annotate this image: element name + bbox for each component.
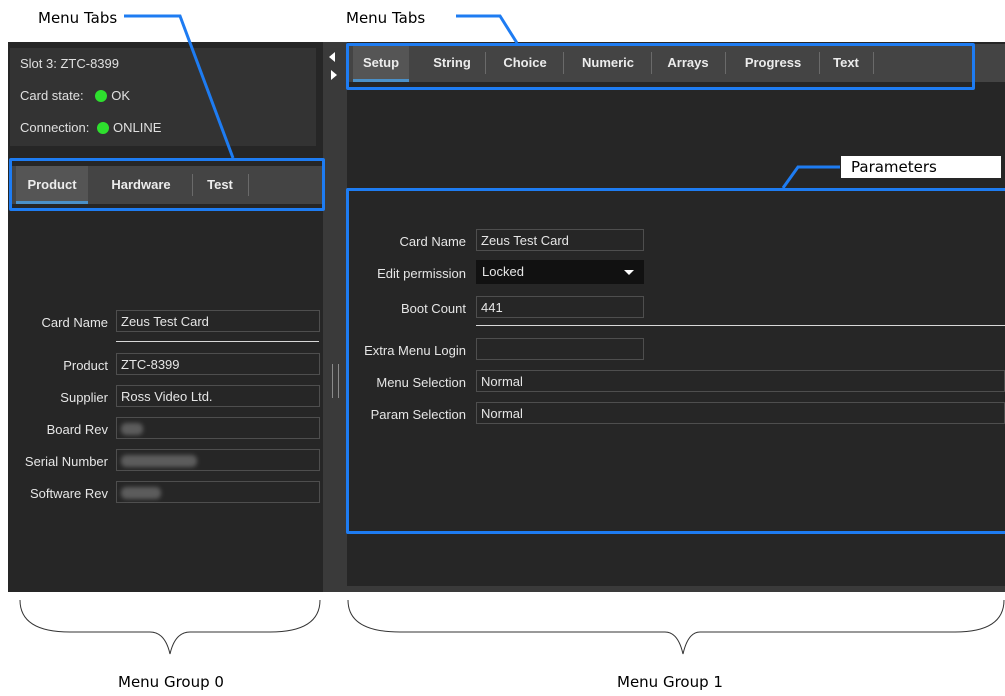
connection-label: Connection: — [20, 120, 90, 135]
splitter-grip[interactable] — [332, 364, 339, 398]
status-ok-indicator-icon — [95, 90, 108, 102]
supplier-field: Ross Video Ltd. — [116, 385, 320, 407]
software-rev-field — [116, 481, 320, 503]
expand-right-arrow-icon[interactable] — [331, 70, 337, 80]
board-rev-label: Board Rev — [46, 422, 108, 437]
board-rev-field — [116, 417, 320, 439]
card-state-value: OK — [111, 88, 131, 103]
redacted-value — [121, 423, 143, 435]
card-name-field[interactable]: Zeus Test Card — [116, 310, 320, 332]
status-strip — [347, 586, 1005, 592]
card-state-label: Card state: — [20, 88, 84, 103]
product-label: Product — [63, 358, 108, 373]
parameters-highlight — [346, 188, 1005, 534]
right-menu-tabs-highlight — [346, 43, 975, 90]
connection-online-indicator-icon — [97, 122, 110, 134]
menu-group-0-annotation: Menu Group 0 — [118, 673, 224, 691]
product-field: ZTC-8399 — [116, 353, 320, 375]
redacted-value — [121, 487, 161, 499]
panel-splitter[interactable] — [323, 42, 347, 592]
card-state-row: Card state: OK — [20, 88, 130, 103]
parameters-annotation: Parameters — [851, 158, 937, 176]
supplier-label: Supplier — [60, 390, 108, 405]
connection-value: ONLINE — [113, 120, 162, 135]
menu-tabs-annotation-left: Menu Tabs — [38, 9, 118, 27]
menu-group-1-brace — [347, 599, 1005, 655]
menu-group-1-annotation: Menu Group 1 — [617, 673, 723, 691]
menu-tabs-annotation-right: Menu Tabs — [346, 9, 426, 27]
left-menu-tabs-highlight — [9, 158, 325, 211]
menu-tabs-callout-right — [456, 14, 519, 44]
menu-group-0-brace — [19, 599, 321, 655]
serial-number-field — [116, 449, 320, 471]
redacted-value — [121, 455, 197, 467]
card-name-label: Card Name — [41, 315, 108, 330]
serial-number-label: Serial Number — [24, 454, 108, 469]
divider — [116, 341, 319, 342]
card-status-panel: Slot 3: ZTC-8399 Card state: OK Connecti… — [10, 48, 316, 146]
slot-label: Slot 3: ZTC-8399 — [20, 56, 119, 71]
collapse-left-arrow-icon[interactable] — [329, 52, 335, 62]
software-rev-label: Software Rev — [29, 486, 108, 501]
connection-row: Connection: ONLINE — [20, 120, 161, 135]
